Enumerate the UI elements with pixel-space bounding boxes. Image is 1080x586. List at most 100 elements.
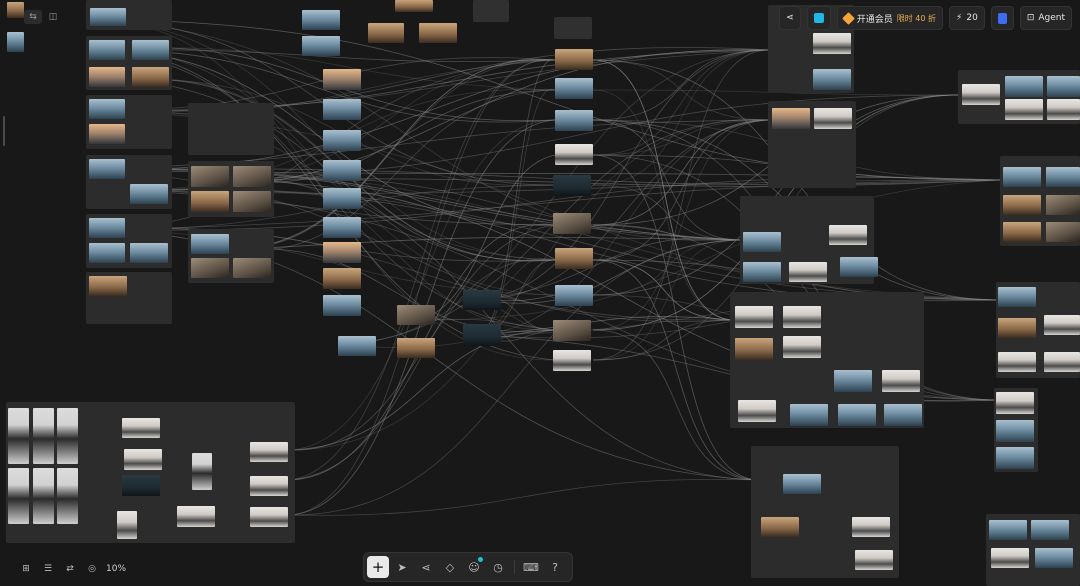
image-node[interactable] — [132, 40, 169, 60]
vip-button[interactable]: 开通会员 限时 40 折 — [836, 6, 944, 30]
image-node[interactable] — [323, 69, 361, 90]
image-node[interactable] — [191, 166, 229, 187]
image-node[interactable] — [124, 449, 162, 470]
image-node[interactable] — [33, 408, 54, 464]
image-node[interactable] — [323, 160, 361, 181]
image-node[interactable] — [783, 336, 821, 358]
image-node[interactable] — [191, 258, 229, 278]
image-node[interactable] — [395, 0, 433, 12]
image-node[interactable] — [838, 404, 876, 426]
image-node[interactable] — [996, 420, 1034, 442]
image-node[interactable] — [7, 2, 24, 18]
image-node[interactable] — [852, 517, 890, 537]
image-node[interactable] — [1005, 99, 1043, 120]
keyboard-icon[interactable]: ⌨ — [520, 556, 542, 578]
image-node[interactable] — [555, 49, 593, 70]
image-node[interactable] — [323, 130, 361, 151]
credits-button[interactable]: ⚡ 20 — [949, 6, 985, 30]
image-node[interactable] — [323, 242, 361, 263]
image-node[interactable] — [250, 442, 288, 462]
image-node[interactable] — [90, 8, 126, 26]
swap-icon[interactable]: ⇆ — [24, 10, 42, 24]
image-node[interactable] — [57, 408, 78, 464]
image-node[interactable] — [89, 124, 125, 144]
robot-icon[interactable]: ☺ — [463, 556, 485, 578]
image-node[interactable] — [191, 234, 229, 254]
image-node[interactable] — [323, 99, 361, 120]
image-node[interactable] — [89, 243, 125, 263]
image-node[interactable] — [783, 474, 821, 494]
image-node[interactable] — [117, 511, 137, 539]
map-pin-icon[interactable]: ◎ — [84, 561, 100, 577]
image-node[interactable] — [555, 248, 593, 269]
doc-button[interactable] — [990, 6, 1014, 30]
image-node[interactable] — [250, 476, 288, 496]
image-node[interactable] — [1005, 76, 1043, 97]
add-icon[interactable]: + — [367, 556, 389, 578]
image-node[interactable] — [555, 110, 593, 131]
image-node[interactable] — [397, 338, 435, 358]
image-node[interactable] — [1047, 99, 1080, 120]
image-node[interactable] — [192, 453, 212, 490]
image-node[interactable] — [761, 517, 799, 537]
image-node[interactable] — [553, 350, 591, 371]
image-node[interactable] — [996, 392, 1034, 414]
image-node[interactable] — [89, 67, 125, 87]
image-node[interactable] — [555, 144, 593, 165]
image-node[interactable] — [463, 290, 501, 310]
image-node[interactable] — [555, 285, 593, 306]
image-node[interactable] — [33, 468, 54, 524]
image-node[interactable] — [397, 305, 435, 325]
image-node[interactable] — [991, 548, 1029, 568]
image-node[interactable] — [177, 506, 215, 527]
node-group[interactable] — [554, 17, 592, 39]
image-node[interactable] — [191, 191, 229, 212]
image-node[interactable] — [962, 84, 1000, 105]
image-node[interactable] — [89, 99, 125, 119]
cursor-icon[interactable]: ➤ — [391, 556, 413, 578]
layers-button[interactable] — [806, 6, 831, 30]
image-node[interactable] — [130, 243, 168, 263]
workflow-canvas[interactable] — [0, 0, 1080, 586]
history-icon[interactable]: ◷ — [487, 556, 509, 578]
image-node[interactable] — [813, 69, 851, 90]
image-node[interactable] — [998, 318, 1036, 338]
image-node[interactable] — [302, 10, 340, 30]
image-node[interactable] — [57, 468, 78, 524]
image-node[interactable] — [1046, 167, 1080, 187]
image-node[interactable] — [735, 338, 773, 360]
image-node[interactable] — [338, 336, 376, 356]
image-node[interactable] — [814, 108, 852, 129]
image-node[interactable] — [323, 188, 361, 209]
image-node[interactable] — [250, 507, 288, 527]
image-node[interactable] — [743, 232, 781, 252]
image-node[interactable] — [989, 520, 1027, 540]
image-node[interactable] — [855, 550, 893, 570]
shapes-icon[interactable]: ◇ — [439, 556, 461, 578]
image-node[interactable] — [882, 370, 920, 392]
node-group[interactable] — [473, 0, 509, 22]
image-node[interactable] — [1047, 76, 1080, 97]
image-node[interactable] — [323, 217, 361, 238]
image-node[interactable] — [1044, 352, 1080, 372]
image-node[interactable] — [735, 306, 773, 328]
image-node[interactable] — [1003, 195, 1041, 215]
image-node[interactable] — [743, 262, 781, 282]
image-node[interactable] — [122, 418, 160, 438]
image-node[interactable] — [1044, 315, 1080, 335]
image-node[interactable] — [553, 320, 591, 341]
image-node[interactable] — [840, 257, 878, 277]
grid-icon[interactable]: ⊞ — [18, 561, 34, 577]
image-node[interactable] — [1003, 222, 1041, 242]
image-node[interactable] — [302, 36, 340, 56]
image-node[interactable] — [998, 352, 1036, 372]
image-node[interactable] — [1003, 167, 1041, 187]
image-node[interactable] — [772, 108, 810, 129]
image-node[interactable] — [1031, 520, 1069, 540]
image-node[interactable] — [813, 33, 851, 54]
image-node[interactable] — [130, 184, 168, 204]
image-node[interactable] — [122, 475, 160, 496]
image-node[interactable] — [1035, 548, 1073, 568]
image-node[interactable] — [89, 40, 125, 60]
image-node[interactable] — [8, 468, 29, 524]
